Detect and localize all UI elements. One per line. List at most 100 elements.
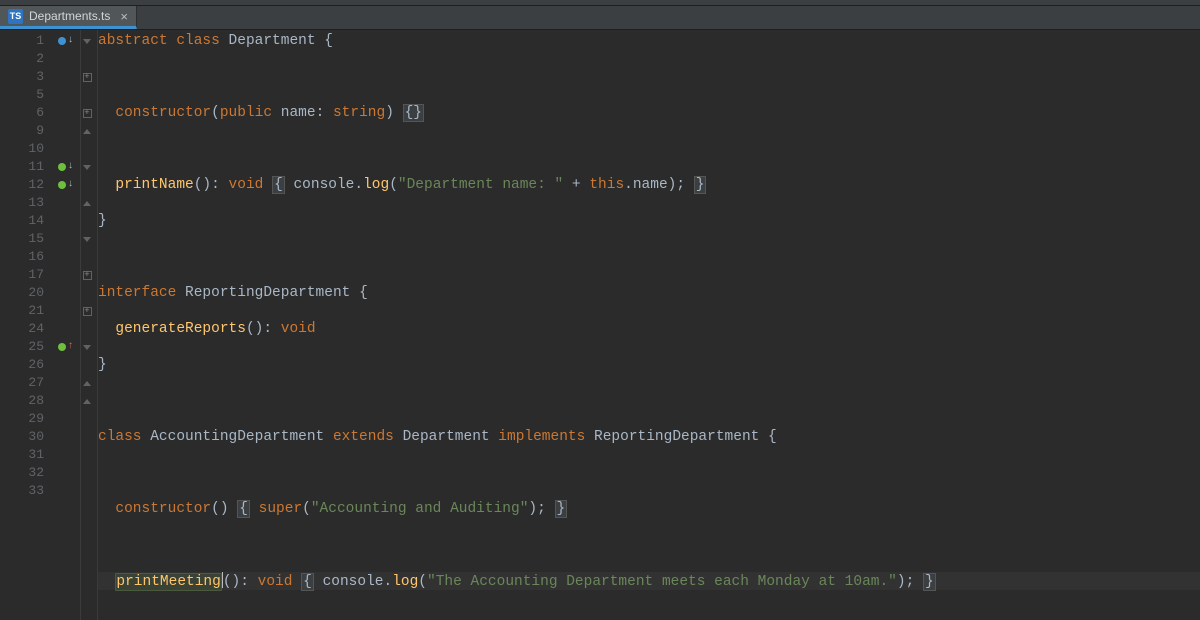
gutter-marker	[52, 410, 80, 428]
implements-marker-icon[interactable]	[58, 181, 66, 189]
code-line[interactable]	[98, 536, 1200, 554]
token-pun: );	[897, 574, 923, 590]
fold-open-icon[interactable]	[83, 165, 91, 170]
gutter-marker	[52, 302, 80, 320]
code-line[interactable]: abstract class Department {	[98, 32, 1200, 50]
code-line[interactable]	[98, 248, 1200, 266]
token-kw: constructor	[115, 105, 211, 121]
editor-tabbar: TS Departments.ts ×	[0, 6, 1200, 30]
code-line[interactable]: class AccountingDepartment extends Depar…	[98, 428, 1200, 446]
editor-area[interactable]: 1235691011121314151617202124252627282930…	[0, 30, 1200, 620]
line-number: 3	[0, 68, 44, 86]
implements-marker-icon[interactable]	[58, 343, 66, 351]
fold-close-icon[interactable]	[83, 399, 91, 404]
token-pun: (	[418, 574, 427, 590]
code-line[interactable]: printName(): void { console.log("Departm…	[98, 176, 1200, 194]
folded-region-icon[interactable]: }	[923, 573, 936, 591]
code-content[interactable]: abstract class Department { constructor(…	[94, 30, 1200, 620]
fold-open-icon[interactable]	[83, 237, 91, 242]
fold-open-icon[interactable]	[83, 39, 91, 44]
fold-cell	[80, 122, 94, 140]
fold-open-icon[interactable]	[83, 345, 91, 350]
arrow-down-icon: ↓	[67, 176, 73, 194]
arrow-down-icon: ↓	[67, 32, 73, 50]
line-number: 33	[0, 482, 44, 500]
fold-collapsed-icon[interactable]: +	[83, 307, 92, 316]
token-kw: public	[220, 105, 272, 121]
token-pun	[490, 429, 499, 445]
gutter-marker	[52, 104, 80, 122]
token-pun	[263, 177, 272, 193]
tab-filename: Departments.ts	[29, 9, 110, 23]
line-number: 25	[0, 338, 44, 356]
fold-cell	[80, 410, 94, 428]
token-kw: void	[258, 574, 293, 590]
gutter-marker	[52, 86, 80, 104]
fold-cell	[80, 428, 94, 446]
gutter-marker	[52, 374, 80, 392]
token-brace: {	[768, 429, 777, 445]
token-pun: ():	[246, 321, 281, 337]
token-pun: ()	[211, 501, 237, 517]
line-number: 11	[0, 158, 44, 176]
code-line[interactable]: constructor(public name: string) {}	[98, 104, 1200, 122]
fold-close-icon[interactable]	[83, 381, 91, 386]
token-pun: (	[389, 177, 398, 193]
token-pun: (	[302, 501, 311, 517]
token-fn: log	[392, 574, 418, 590]
code-line[interactable]	[98, 68, 1200, 86]
token-fn: generateReports	[115, 321, 246, 337]
override-marker-icon[interactable]	[58, 37, 66, 45]
code-line[interactable]: constructor() { super("Accounting and Au…	[98, 500, 1200, 518]
gutter-marker	[52, 212, 80, 230]
fold-cell	[80, 464, 94, 482]
fold-close-icon[interactable]	[83, 201, 91, 206]
code-line[interactable]: }	[98, 212, 1200, 230]
gutter-marker: ↓	[52, 176, 80, 194]
fold-cell	[80, 176, 94, 194]
code-line[interactable]: }	[98, 356, 1200, 374]
code-line[interactable]	[98, 464, 1200, 482]
arrow-down-icon: ↓	[67, 158, 73, 176]
token-pun	[220, 33, 229, 49]
folded-region-icon[interactable]: {	[301, 573, 314, 591]
token-kw: interface	[98, 285, 176, 301]
code-line[interactable]	[98, 608, 1200, 620]
code-line[interactable]	[98, 140, 1200, 158]
gutter-marker	[52, 284, 80, 302]
gutter-marker	[52, 248, 80, 266]
line-number: 20	[0, 284, 44, 302]
token-pun: :	[316, 105, 333, 121]
fold-collapsed-icon[interactable]: +	[83, 73, 92, 82]
token-kw: void	[229, 177, 264, 193]
fold-collapsed-icon[interactable]: +	[83, 109, 92, 118]
fold-cell: +	[80, 266, 94, 284]
folded-region-icon[interactable]: }	[555, 500, 568, 518]
code-line[interactable]: printMeeting(): void { console.log("The …	[98, 572, 1200, 590]
folded-region-icon[interactable]: {}	[403, 104, 424, 122]
token-pun	[324, 429, 333, 445]
implements-marker-icon[interactable]	[58, 163, 66, 171]
fold-collapsed-icon[interactable]: +	[83, 271, 92, 280]
line-number: 31	[0, 446, 44, 464]
code-line[interactable]: interface ReportingDepartment {	[98, 284, 1200, 302]
gutter-marker	[52, 446, 80, 464]
folded-region-icon[interactable]: }	[694, 176, 707, 194]
gutter-marker	[52, 266, 80, 284]
code-line[interactable]: generateReports(): void	[98, 320, 1200, 338]
gutter-marker	[52, 194, 80, 212]
tab-departments-ts[interactable]: TS Departments.ts ×	[0, 6, 137, 29]
line-number: 10	[0, 140, 44, 158]
gutter-marker: ↓	[52, 32, 80, 50]
line-number: 26	[0, 356, 44, 374]
folded-region-icon[interactable]: {	[237, 500, 250, 518]
token-pun: .	[383, 574, 392, 590]
gutter-marker	[52, 482, 80, 500]
fold-close-icon[interactable]	[83, 129, 91, 134]
gutter-marker	[52, 320, 80, 338]
folded-region-icon[interactable]: {	[272, 176, 285, 194]
close-icon[interactable]: ×	[120, 9, 128, 24]
code-line[interactable]	[98, 392, 1200, 410]
token-kw: this	[589, 177, 624, 193]
token-pun	[394, 429, 403, 445]
